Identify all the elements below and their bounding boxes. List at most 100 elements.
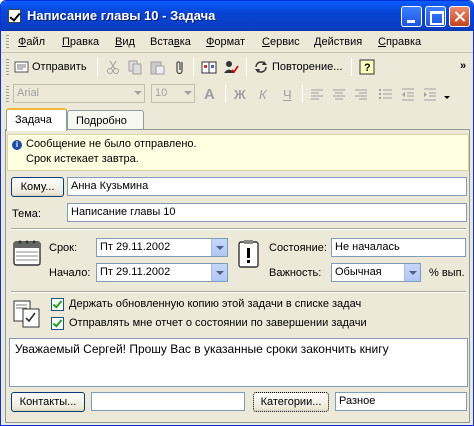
to-field[interactable]: Анна Кузьмина [67,177,467,196]
help-icon: ? [359,59,375,75]
chevrons-right-icon: » [460,60,467,72]
address-book-icon [201,59,217,75]
underline-button[interactable]: Ч [283,84,292,104]
formatting-toolbar: Arial 10 A Ж К Ч [1,81,473,107]
chevron-down-icon[interactable] [404,264,420,281]
menu-file[interactable]: Файл [18,36,45,48]
to-button[interactable]: Кому... [11,177,64,197]
exclamation-icon [237,239,261,269]
task-app-icon[interactable] [8,9,21,23]
align-left-icon [309,86,325,102]
menu-help[interactable]: Справка [378,36,421,48]
paste-button[interactable] [149,57,165,77]
font-color-icon: A [204,85,215,103]
info-line-1: Сообщение не было отправлено. [26,138,197,150]
status-select[interactable]: Не началась [331,238,466,257]
priority-select[interactable]: Обычная [331,263,421,282]
copy-button[interactable] [127,57,143,77]
chevron-down-icon[interactable] [211,239,227,256]
due-date-field[interactable]: Пт 29.11.2002 [96,238,228,257]
subject-label: Тема: [12,208,41,220]
check-names-icon [223,59,239,75]
standard-toolbar: Отправить Повторение... ? » [1,54,473,80]
decrease-indent-button[interactable] [400,84,416,104]
toolbar-separator [302,85,303,103]
help-button[interactable]: ? [359,57,375,77]
categories-field[interactable]: Разное [335,392,467,411]
font-size-value: 10 [155,87,168,99]
keep-copy-checkbox[interactable] [51,298,64,311]
tab-task[interactable]: Задача [6,108,67,131]
chevron-down-icon[interactable] [211,264,227,281]
font-name-select[interactable]: Arial [13,84,145,103]
tab-strip: Задача Подробно [1,108,473,131]
status-label: Состояние: [269,242,327,254]
start-date-field[interactable]: Пт 29.11.2002 [96,263,228,282]
font-name-value: Arial [17,87,40,99]
bold-icon: Ж [234,86,246,102]
divider [11,291,466,293]
due-label: Срок: [49,242,78,254]
keep-copy-label: Держать обновленную копию этой задачи в … [69,298,362,310]
toolbar-options-button[interactable] [444,89,450,109]
toolbar-grip[interactable] [6,86,9,102]
status-report-checkbox[interactable] [51,317,64,330]
cut-button[interactable] [105,57,121,77]
font-size-select[interactable]: 10 [151,84,195,103]
info-line-2: Срок истекает завтра. [26,153,139,165]
recurrence-button[interactable]: Повторение... [253,57,342,77]
outdent-icon [400,86,416,102]
send-icon [14,59,30,75]
align-right-button[interactable] [353,84,369,104]
priority-label: Важность: [269,267,322,279]
minimize-button[interactable] [401,6,422,27]
align-center-button[interactable] [331,84,347,104]
menu-actions[interactable]: Действия [314,36,362,48]
categories-button[interactable]: Категории... [253,392,329,412]
subject-field[interactable]: Написание главы 10 [67,203,467,222]
task-window: Написание главы 10 - Задача Файл Правка … [0,0,474,426]
contacts-field[interactable] [91,392,245,411]
svg-text:?: ? [364,62,371,74]
paste-icon [149,59,165,75]
italic-icon: К [259,86,267,102]
copy-icon [127,59,143,75]
close-button[interactable] [449,6,470,27]
send-button[interactable]: Отправить [14,57,87,77]
menu-grip[interactable] [6,35,9,50]
italic-button[interactable]: К [259,84,267,104]
maximize-button[interactable] [425,6,446,27]
recurrence-icon [253,59,269,75]
menu-tools[interactable]: Сервис [262,36,300,48]
contacts-button[interactable]: Контакты... [11,392,85,412]
align-left-button[interactable] [309,84,325,104]
chevron-down-icon [134,91,142,99]
info-icon: i [12,140,22,150]
underline-icon: Ч [283,86,292,102]
task-body-textarea[interactable]: Уважаемый Сергей! Прошу Вас в указанные … [9,338,468,387]
task-status-report-icon [13,299,43,329]
attach-button[interactable] [172,57,188,77]
menu-format[interactable]: Формат [206,36,245,48]
menu-view[interactable]: Вид [115,36,135,48]
menu-edit[interactable]: Правка [62,36,99,48]
tab-details[interactable]: Подробно [67,110,144,131]
check-names-button[interactable] [223,57,239,77]
status-report-label: Отправлять мне отчет о состоянии по заве… [69,317,367,329]
toolbar-separator [97,58,98,76]
increase-indent-button[interactable] [422,84,438,104]
minimize-icon [402,7,421,26]
paperclip-icon [172,59,188,75]
scissors-icon [105,59,121,75]
menu-bar: Файл Правка Вид Вставка Формат Сервис Де… [1,31,473,53]
toolbar-separator [351,58,352,76]
maximize-icon [426,7,445,26]
menu-insert[interactable]: Вставка [150,36,191,48]
bold-button[interactable]: Ж [234,84,246,104]
toolbar-overflow-button[interactable]: » [460,56,466,76]
font-color-button[interactable]: A [204,84,215,104]
address-book-button[interactable] [201,57,217,77]
title-bar[interactable]: Написание главы 10 - Задача [1,1,473,31]
bullets-button[interactable] [378,84,394,104]
toolbar-grip[interactable] [6,59,9,75]
